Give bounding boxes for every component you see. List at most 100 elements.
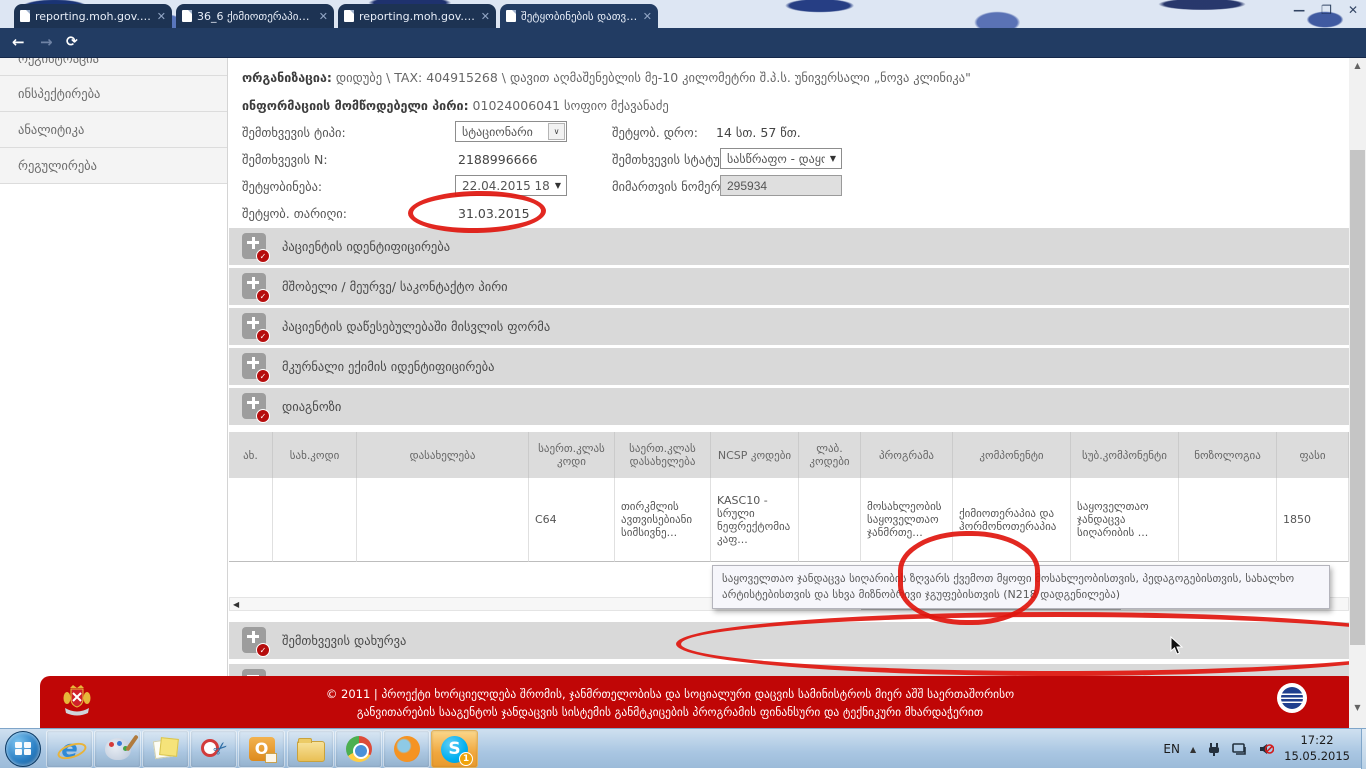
notif-time-label: შეტყობ. დრო:: [612, 125, 698, 140]
window-restore-icon[interactable]: ❐: [1321, 3, 1332, 17]
case-type-select[interactable]: სტაციონარი∨: [455, 121, 567, 142]
check-badge-icon: ✓: [256, 369, 270, 383]
paint-palette-icon: [105, 738, 131, 760]
vertical-scrollbar[interactable]: ▲ ▼: [1349, 58, 1366, 728]
skype-icon: S1: [441, 736, 468, 763]
case-number-value: 2188996666: [458, 152, 538, 167]
start-button[interactable]: [5, 731, 41, 767]
accordion-doctor-identification[interactable]: ✓ მკურნალი ექიმის იდენტიფიცირება: [229, 348, 1349, 385]
expand-plus-icon[interactable]: ✓: [242, 627, 266, 653]
taskbar-paint[interactable]: [94, 730, 141, 768]
tab-title: reporting.moh.gov.ge/Re: [35, 10, 152, 23]
show-desktop-button[interactable]: [1361, 729, 1366, 769]
case-status-select[interactable]: სასწრაფო - დაყო▼: [720, 148, 842, 169]
tab-close-icon[interactable]: ✕: [481, 11, 490, 22]
footer-line-2: განვითარების სააგენტოს ჯანდაცვის სისტემი…: [140, 703, 1200, 721]
taskbar-skype-active[interactable]: S1: [431, 730, 478, 768]
chevron-down-icon[interactable]: ▼: [825, 154, 841, 163]
check-badge-icon: ✓: [256, 249, 270, 263]
browser-tab-3[interactable]: reporting.moh.gov.ge/Re ✕: [338, 4, 496, 28]
referral-number-label: მიმართვის ნომერი: [612, 179, 727, 194]
page-icon: [20, 10, 30, 22]
check-badge-icon: ✓: [256, 409, 270, 423]
back-button[interactable]: ←: [12, 34, 25, 51]
tab-title: reporting.moh.gov.ge/Re: [359, 10, 476, 23]
language-indicator[interactable]: EN: [1163, 742, 1180, 756]
chevron-down-icon[interactable]: ∨: [548, 123, 565, 140]
taskbar-file-explorer[interactable]: [287, 730, 334, 768]
case-number-label: შემთხვევის N:: [242, 152, 328, 167]
accordion-section-partial[interactable]: [229, 664, 1349, 676]
footer-line-1: © 2011 | პროექტი ხორციელდება შრომის, ჯან…: [140, 685, 1200, 703]
chrome-icon: [346, 736, 372, 762]
power-plug-icon[interactable]: [1206, 741, 1222, 757]
accordion-diagnosis[interactable]: ✓ დიაგნოზი: [229, 388, 1349, 425]
windows-logo-icon: [15, 742, 31, 756]
tray-expand-icon[interactable]: ▲: [1190, 745, 1196, 754]
browser-tab-4-active[interactable]: შეტყობინების დათვალ ✕: [500, 4, 658, 28]
scroll-up-icon[interactable]: ▲: [1349, 58, 1366, 74]
sidebar-item-regulation[interactable]: რეგულირება: [0, 148, 227, 184]
expand-plus-icon[interactable]: ✓: [242, 353, 266, 379]
chevron-down-icon[interactable]: ▼: [550, 181, 566, 190]
accordion-parent-guardian[interactable]: ✓ მშობელი / მეურვე/ საკონტაქტო პირი: [229, 268, 1349, 305]
referral-number-input[interactable]: [720, 175, 842, 196]
web-page: რეგისტრაცია ინსპექტირება ანალიტიკა რეგულ…: [0, 58, 1366, 728]
clock-date: 15.05.2015: [1284, 749, 1350, 765]
window-minimize-icon[interactable]: —: [1293, 3, 1305, 17]
forward-button[interactable]: →: [40, 34, 53, 51]
sidebar-item-analytics[interactable]: ანალიტიკა: [0, 112, 227, 148]
expand-plus-icon[interactable]: ✓: [242, 393, 266, 419]
expand-plus-icon[interactable]: ✓: [242, 273, 266, 299]
taskbar-sticky-notes[interactable]: [142, 730, 189, 768]
vertical-scroll-thumb[interactable]: [1350, 150, 1365, 645]
diagnosis-table: ახ. სახ.კოდი დასახელება საერთ.კლას კოდი …: [229, 432, 1349, 562]
notif-time-value: 14 სთ. 57 წთ.: [716, 125, 801, 140]
outlook-icon: O: [249, 737, 275, 761]
folder-icon: [297, 741, 325, 762]
sidebar-item-inspection[interactable]: ინსპექტირება: [0, 76, 227, 112]
network-icon[interactable]: [1232, 741, 1248, 757]
scroll-left-icon[interactable]: ◀: [233, 600, 239, 609]
subcomponent-tooltip: საყოველთაო ჯანდაცვა სიღარიბის ზღვარს ქვე…: [712, 565, 1330, 609]
window-close-icon[interactable]: ✕: [1348, 3, 1358, 17]
tab-close-icon[interactable]: ✕: [157, 11, 166, 22]
table-data-row[interactable]: C64 თირკმლის ავთვისებიანი სიმსივნე... KA…: [229, 478, 1349, 562]
taskbar-clock[interactable]: 17:22 15.05.2015: [1284, 733, 1360, 764]
accordion-case-closure[interactable]: ✓ შემთხვევის დახურვა: [229, 622, 1349, 659]
browser-tab-2[interactable]: 36_6 ქიმიოთერაპია და ჰ ✕: [176, 4, 334, 28]
page-footer: © 2011 | პროექტი ხორციელდება შრომის, ჯან…: [40, 676, 1357, 728]
sidebar-item-registration[interactable]: რეგისტრაცია: [0, 58, 227, 76]
tab-close-icon[interactable]: ✕: [643, 11, 652, 22]
main-content: ორგანიზაცია: დიდუბე \ TAX: 404915268 \ დ…: [229, 58, 1349, 728]
system-tray: EN ▲ 17:22 15.05.2015: [1163, 729, 1360, 769]
expand-plus-icon[interactable]: ✓: [242, 313, 266, 339]
accordion-patient-identification[interactable]: ✓ პაციენტის იდენტიფიცირება: [229, 228, 1349, 265]
accordion-arrival-form[interactable]: ✓ პაციენტის დაწესებულებაში მისვლის ფორმა: [229, 308, 1349, 345]
check-badge-icon: ✓: [256, 329, 270, 343]
page-icon: [182, 10, 192, 22]
expand-plus-icon[interactable]: ✓: [242, 233, 266, 259]
scroll-down-icon[interactable]: ▼: [1349, 700, 1366, 716]
tab-title: შეტყობინების დათვალ: [521, 10, 638, 23]
reload-button[interactable]: ⟳: [66, 34, 78, 51]
notif-date-label: შეტყობ. თარიღი:: [242, 206, 347, 221]
message-date-select[interactable]: 22.04.2015 18:50▼: [455, 175, 567, 196]
internet-explorer-icon: e: [61, 735, 77, 763]
table-header-row: ახ. სახ.კოდი დასახელება საერთ.კლას კოდი …: [229, 432, 1349, 478]
browser-tab-1[interactable]: reporting.moh.gov.ge/Re ✕: [14, 4, 172, 28]
sidebar-nav: რეგისტრაცია ინსპექტირება ანალიტიკა რეგულ…: [0, 58, 228, 728]
volume-muted-icon[interactable]: [1258, 741, 1274, 757]
check-badge-icon: ✓: [256, 643, 270, 657]
message-label: შეტყობინება:: [242, 179, 322, 194]
taskbar-snipping-tool[interactable]: ✂: [190, 730, 237, 768]
tab-close-icon[interactable]: ✕: [319, 11, 328, 22]
taskbar-outlook[interactable]: O: [238, 730, 285, 768]
taskbar-firefox[interactable]: [383, 730, 430, 768]
windows-taskbar: e ✂ O S1 EN ▲ 17:22 15.05.2015: [0, 728, 1366, 768]
taskbar-chrome[interactable]: [335, 730, 382, 768]
taskbar-internet-explorer[interactable]: e: [46, 730, 93, 768]
browser-tab-bar: reporting.moh.gov.ge/Re ✕ 36_6 ქიმიოთერა…: [0, 0, 1366, 28]
organization-line: ორგანიზაცია: დიდუბე \ TAX: 404915268 \ დ…: [242, 70, 971, 85]
browser-toolbar: ← → ⟳ case.moh.gov.ge/CaseRegistration/P…: [0, 28, 1366, 58]
